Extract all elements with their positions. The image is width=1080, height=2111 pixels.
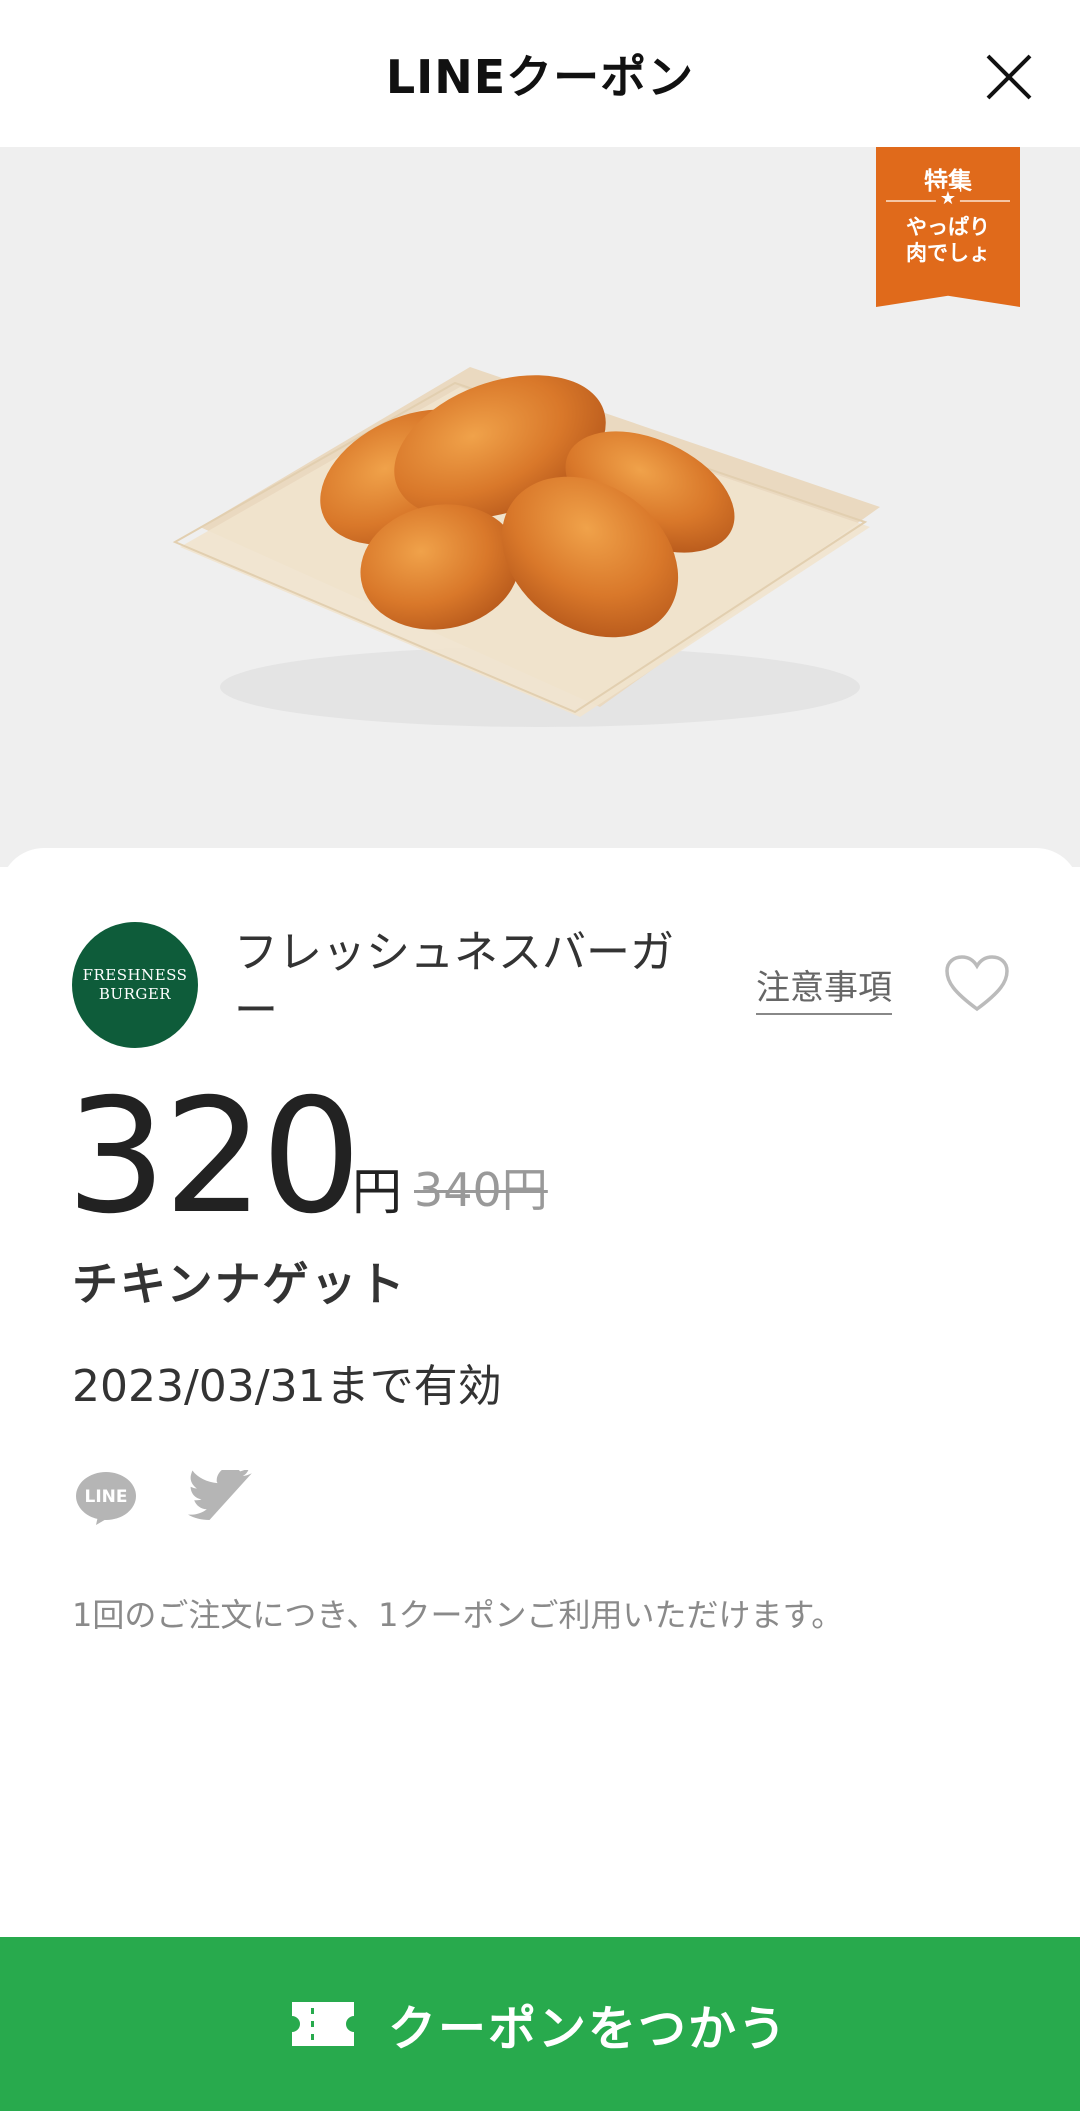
usage-note: 1回のご注文につき、1クーポンご利用いただけます。 xyxy=(72,1596,844,1634)
use-coupon-button[interactable]: クーポンをつかう xyxy=(0,1937,1080,2111)
share-twitter-button[interactable] xyxy=(187,1466,254,1526)
app-title: LINEクーポン xyxy=(385,49,695,104)
shop-logo-line-2: BURGER xyxy=(98,985,172,1003)
hero-image-area: 特集 ★ やっぱり 肉でしょ xyxy=(0,147,1080,867)
share-line-button[interactable]: LINE xyxy=(74,1470,138,1526)
shop-name[interactable]: フレッシュネスバーガー xyxy=(234,924,684,1040)
ribbon-text: やっぱり 肉でしょ xyxy=(876,214,1020,266)
line-icon: LINE xyxy=(76,1472,136,1525)
ribbon-divider: ★ xyxy=(886,189,1010,209)
heart-icon xyxy=(945,955,1009,1012)
close-button[interactable] xyxy=(984,52,1034,102)
shop-logo[interactable]: FRESHNESS BURGER xyxy=(72,922,198,1048)
notes-link[interactable]: 注意事項 xyxy=(756,960,892,1015)
line-icon-text: LINE xyxy=(85,1487,128,1507)
coupon-price: 320 xyxy=(66,1065,362,1249)
coupon-card: FRESHNESS BURGER フレッシュネスバーガー 注意事項 320 円 … xyxy=(0,848,1080,1938)
use-coupon-label: クーポンをつかう xyxy=(387,2001,788,2057)
feature-ribbon[interactable]: 特集 ★ やっぱり 肉でしょ xyxy=(876,147,1020,307)
ribbon-line-2: 肉でしょ xyxy=(906,241,990,265)
original-price: 340円 xyxy=(414,1163,548,1217)
product-name: チキンナゲット xyxy=(72,1257,407,1311)
valid-until: 2023/03/31まで有効 xyxy=(72,1361,502,1412)
ribbon-line-1: やっぱり xyxy=(906,215,990,239)
app-header: LINEクーポン xyxy=(0,0,1080,147)
favorite-button[interactable] xyxy=(944,954,1010,1014)
shop-logo-line-1: FRESHNESS xyxy=(82,966,188,984)
star-icon: ★ xyxy=(935,189,961,209)
close-icon xyxy=(986,54,1032,100)
price-unit: 円 xyxy=(352,1163,402,1221)
ticket-icon xyxy=(291,2002,354,2046)
twitter-icon xyxy=(187,1466,252,1520)
